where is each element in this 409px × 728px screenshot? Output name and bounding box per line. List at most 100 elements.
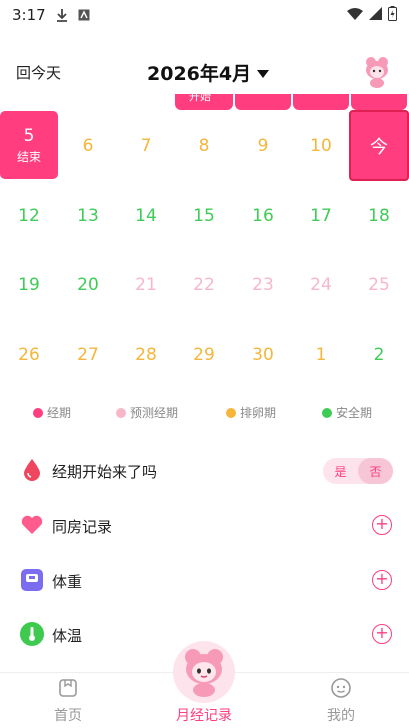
day-number: 17 xyxy=(310,206,332,226)
toggle-yes-option[interactable]: 是 xyxy=(323,458,358,484)
day-number: 1 xyxy=(315,345,327,365)
period-start-toggle[interactable]: 是 否 xyxy=(323,458,393,484)
add-intimacy-button[interactable]: + xyxy=(372,515,392,535)
calendar-day[interactable]: 7 xyxy=(117,112,175,180)
calendar-day[interactable]: 17 xyxy=(292,182,350,250)
avatar-mascot-icon[interactable] xyxy=(363,56,391,88)
day-number: 26 xyxy=(18,345,40,365)
nav-center-mascot-button[interactable] xyxy=(173,641,235,703)
calendar-week-row: 12 13 14 15 16 17 18 xyxy=(0,182,409,250)
caret-down-icon xyxy=(257,69,270,78)
day-number: 22 xyxy=(193,275,215,295)
day-number: 23 xyxy=(252,275,274,295)
day-number: 今 xyxy=(370,136,388,158)
day-number: 25 xyxy=(368,275,390,295)
nav-home[interactable]: 首页 xyxy=(18,673,118,728)
calendar-day[interactable]: 26 xyxy=(0,321,58,389)
day-number: 7 xyxy=(140,136,152,156)
add-temperature-button[interactable]: + xyxy=(372,624,392,644)
legend-label: 预测经期 xyxy=(130,406,179,420)
toggle-no-option[interactable]: 否 xyxy=(358,458,393,484)
nav-label: 我的 xyxy=(327,708,355,724)
wifi-icon xyxy=(347,6,363,24)
day-number: 29 xyxy=(193,345,215,365)
status-bar: 3:17 xyxy=(0,0,409,30)
calendar-day-predicted[interactable]: 23 xyxy=(234,251,292,319)
thermometer-icon xyxy=(20,622,44,646)
calendar-day[interactable]: 12 xyxy=(0,182,58,250)
calendar-day[interactable]: 14 xyxy=(117,182,175,250)
calendar-day[interactable]: 13 xyxy=(59,182,117,250)
calendar-week-row: 19 20 21 22 23 24 25 xyxy=(0,251,409,319)
calendar-day-predicted[interactable]: 24 xyxy=(292,251,350,319)
calendar-day[interactable]: 1 xyxy=(292,321,350,389)
calendar-day[interactable]: 27 xyxy=(59,321,117,389)
back-to-today-button[interactable]: 回今天 xyxy=(16,62,61,83)
calendar-day[interactable]: 28 xyxy=(117,321,175,389)
period-strip xyxy=(351,94,407,110)
scale-icon xyxy=(20,568,44,592)
nav-mine[interactable]: 我的 xyxy=(291,673,391,728)
calendar-day[interactable]: 10 xyxy=(292,112,350,180)
day-number: 12 xyxy=(18,206,40,226)
day-number: 27 xyxy=(77,345,99,365)
record-label: 经期开始来了吗 xyxy=(52,463,158,481)
period-strip xyxy=(293,94,349,110)
legend-item-period: 经期 xyxy=(33,404,71,421)
calendar-day[interactable]: 16 xyxy=(234,182,292,250)
calendar-day[interactable]: 20 xyxy=(59,251,117,319)
day-number: 9 xyxy=(257,136,269,156)
period-strip xyxy=(235,94,291,110)
day-number: 16 xyxy=(252,206,274,226)
calendar-week-row: 26 27 28 29 30 1 2 xyxy=(0,321,409,389)
mascot-icon xyxy=(185,649,223,697)
calendar-day[interactable]: 30 xyxy=(234,321,292,389)
calendar-day[interactable]: 19 xyxy=(0,251,58,319)
strip-label: 开始 xyxy=(189,90,211,103)
heart-icon xyxy=(20,513,44,537)
day-number: 24 xyxy=(310,275,332,295)
legend-label: 排卵期 xyxy=(240,406,277,420)
calendar-day-predicted[interactable]: 21 xyxy=(117,251,175,319)
calendar-day-predicted[interactable]: 22 xyxy=(175,251,233,319)
day-number: 6 xyxy=(82,136,94,156)
add-weight-button[interactable]: + xyxy=(372,570,392,590)
day-number: 30 xyxy=(252,345,274,365)
calendar-day[interactable]: 8 xyxy=(175,112,233,180)
day-sublabel: 结束 xyxy=(16,149,41,164)
record-label: 体温 xyxy=(52,627,83,645)
month-selector[interactable]: 2026年4月 xyxy=(147,59,270,86)
day-number: 13 xyxy=(77,206,99,226)
record-label: 同房记录 xyxy=(52,518,113,536)
period-start-strip: 开始 xyxy=(175,90,233,110)
legend-item-ovulation: 排卵期 xyxy=(226,404,276,421)
day-number: 18 xyxy=(368,206,390,226)
day-number: 21 xyxy=(135,275,157,295)
day-number: 14 xyxy=(135,206,157,226)
calendar-day-period-end[interactable]: 5 结束 xyxy=(0,111,58,179)
blood-drop-icon xyxy=(20,458,44,482)
calendar-day[interactable]: 9 xyxy=(234,112,292,180)
calendar-day[interactable]: 6 xyxy=(59,112,117,180)
record-intimacy[interactable]: 同房记录 + xyxy=(0,506,409,546)
legend-item-predicted: 预测经期 xyxy=(116,404,178,421)
day-number: 19 xyxy=(18,275,40,295)
nav-label: 首页 xyxy=(54,708,82,724)
calendar-day[interactable]: 29 xyxy=(175,321,233,389)
day-number: 5 xyxy=(23,125,35,146)
calendar-day[interactable]: 18 xyxy=(350,182,408,250)
profile-face-icon xyxy=(330,677,352,703)
day-number: 20 xyxy=(77,275,99,295)
signal-icon xyxy=(369,6,382,24)
legend-dot-icon xyxy=(116,407,126,418)
calendar-day-today[interactable]: 今 xyxy=(349,110,409,181)
download-icon xyxy=(56,8,68,22)
calendar-day[interactable]: 2 xyxy=(350,321,408,389)
calendar-day[interactable]: 15 xyxy=(175,182,233,250)
legend-dot-icon xyxy=(33,407,43,418)
day-number: 28 xyxy=(135,345,157,365)
legend: 经期 预测经期 排卵期 安全期 xyxy=(0,400,409,424)
month-title: 2026年4月 xyxy=(147,63,252,85)
calendar-day-predicted[interactable]: 25 xyxy=(350,251,408,319)
record-weight[interactable]: 体重 + xyxy=(0,561,409,601)
